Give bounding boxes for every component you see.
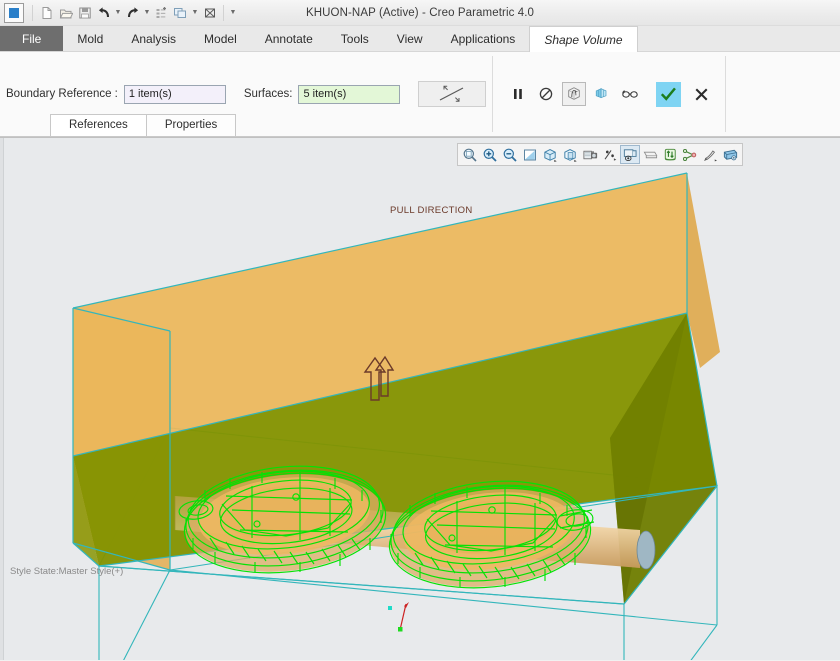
boundary-reference-label: Boundary Reference :: [6, 88, 118, 100]
cancel-button[interactable]: [689, 82, 713, 106]
dashboard-actions-group: [492, 52, 725, 136]
style-state-status: Style State:Master Style(+): [10, 566, 124, 577]
3d-model-scene: [72, 172, 720, 660]
magnifier-minus-icon: [503, 148, 517, 162]
tab-view[interactable]: View: [383, 26, 437, 51]
camera-view-icon: [582, 150, 597, 159]
creo-logo-icon: [9, 7, 19, 18]
spin-center-button[interactable]: [660, 145, 680, 164]
creo-app-menu-button[interactable]: [4, 2, 24, 23]
pause-button[interactable]: [506, 82, 530, 106]
tab-applications[interactable]: Applications: [437, 26, 530, 51]
named-view-button[interactable]: [580, 145, 600, 164]
ribbon-subtabs: References Properties: [50, 114, 237, 136]
appearance-button[interactable]: [700, 145, 720, 164]
tab-tools[interactable]: Tools: [327, 26, 383, 51]
dashboard-actions: [492, 73, 725, 115]
creo-parametric-window: ▼ ▼ ▼ ▼ KHUON-NAP (Active) - Creo Parame…: [0, 0, 840, 661]
ribbon-tabstrip: File Mold Analysis Model Annotate Tools …: [0, 26, 840, 52]
close-window-button[interactable]: [200, 3, 219, 23]
style-display-button[interactable]: [720, 145, 740, 164]
undo-arrow-icon: [98, 6, 109, 17]
surfaces-input[interactable]: 5 item(s): [298, 84, 401, 104]
open-file-button[interactable]: [56, 3, 75, 23]
tab-file[interactable]: File: [0, 26, 64, 51]
perspective-button[interactable]: [680, 145, 700, 164]
new-file-button[interactable]: [37, 3, 56, 23]
tab-annotate[interactable]: Annotate: [251, 26, 327, 51]
no-preview-button[interactable]: [534, 82, 558, 106]
glasses-icon: [622, 90, 639, 98]
magnifier-fit-icon: [463, 148, 477, 162]
tab-mold[interactable]: Mold: [63, 26, 117, 51]
subtab-references[interactable]: References: [50, 114, 147, 136]
datum-stars-icon: [604, 149, 616, 161]
wireframe-cube-icon: [568, 87, 581, 100]
view-manager-icon: [563, 148, 577, 162]
shaded-cube-icon: [596, 88, 607, 99]
redo-arrow-icon: [127, 6, 138, 17]
undo-dropdown-caret[interactable]: ▼: [113, 3, 123, 23]
customize-qat-caret[interactable]: ▼: [228, 3, 238, 23]
perspective-icon: [682, 148, 696, 161]
graphics-viewport[interactable]: Style State:Master Style(+): [0, 137, 840, 660]
redo-button[interactable]: [123, 3, 142, 23]
magnifier-plus-icon: [483, 148, 497, 162]
preview-glasses-button[interactable]: [618, 82, 642, 106]
annotation-icon: [643, 151, 657, 158]
tab-model[interactable]: Model: [190, 26, 251, 51]
preview-geometry-button[interactable]: [562, 82, 587, 106]
window-icon: [174, 7, 186, 18]
surfaces-label: Surfaces:: [243, 88, 293, 100]
flip-direction-icon: [440, 85, 464, 102]
pause-icon: [514, 89, 523, 99]
zoom-out-button[interactable]: [500, 145, 520, 164]
zoom-in-button[interactable]: [480, 145, 500, 164]
layer-display-button[interactable]: [620, 145, 640, 164]
reference-fields-row: Boundary Reference : 1 item(s) Surfaces:…: [0, 73, 492, 115]
window-dropdown-caret[interactable]: ▼: [190, 3, 200, 23]
save-disk-icon: [78, 7, 91, 18]
appearance-icon: [703, 149, 717, 161]
qat-divider-2: [223, 4, 224, 21]
preview-shaded-button[interactable]: [590, 82, 614, 106]
close-window-icon: [204, 8, 215, 17]
cube-orientation-icon: [543, 148, 557, 162]
tab-shape-volume[interactable]: Shape Volume: [529, 26, 638, 52]
saved-orientations-button[interactable]: [540, 145, 560, 164]
new-file-icon: [42, 6, 51, 19]
accept-button[interactable]: [656, 81, 682, 107]
coordinate-system-marker: [388, 602, 409, 632]
graphics-toolbar: [457, 143, 743, 166]
regenerate-icon: [156, 6, 166, 18]
no-entry-icon: [540, 87, 553, 101]
qat-divider: [32, 4, 33, 21]
save-button[interactable]: [75, 3, 94, 23]
references-group: Boundary Reference : 1 item(s) Surfaces:…: [0, 52, 492, 136]
x-icon: [695, 88, 708, 100]
repaint-button[interactable]: [520, 145, 540, 164]
refit-button[interactable]: [460, 145, 480, 164]
layer-display-icon: [623, 148, 637, 161]
window-button[interactable]: [171, 3, 190, 23]
flip-direction-button[interactable]: [418, 81, 487, 107]
view-manager-button[interactable]: [560, 145, 580, 164]
annotation-display-button[interactable]: [640, 145, 660, 164]
check-icon: [661, 87, 677, 101]
repaint-icon: [524, 149, 536, 160]
spin-center-icon: [664, 148, 676, 160]
redo-dropdown-caret[interactable]: ▼: [142, 3, 152, 23]
tab-analysis[interactable]: Analysis: [117, 26, 190, 51]
boundary-reference-input[interactable]: 1 item(s): [123, 84, 226, 104]
regenerate-button[interactable]: [152, 3, 171, 23]
subtab-properties[interactable]: Properties: [146, 114, 237, 136]
display-style-icon: [723, 149, 737, 160]
ribbon-panel: Boundary Reference : 1 item(s) Surfaces:…: [0, 52, 840, 137]
datum-display-button[interactable]: [600, 145, 620, 164]
ribbon-right-filler: [725, 52, 840, 136]
title-bar: ▼ ▼ ▼ ▼ KHUON-NAP (Active) - Creo Parame…: [0, 0, 840, 26]
open-folder-icon: [59, 9, 73, 18]
undo-button[interactable]: [94, 3, 113, 23]
